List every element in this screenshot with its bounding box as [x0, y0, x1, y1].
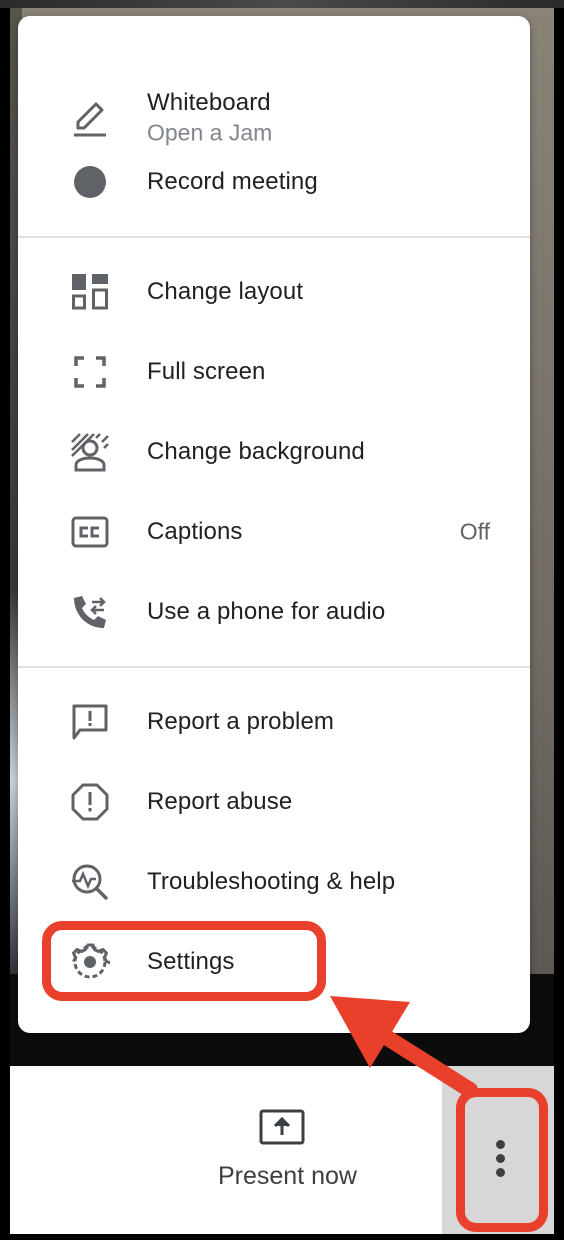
troubleshooting-label: Troubleshooting & help — [147, 868, 396, 895]
phone-forward-icon — [68, 590, 112, 634]
menu-item-phone-audio[interactable]: Use a phone for audio — [18, 572, 530, 652]
whiteboard-label: Whiteboard — [147, 88, 271, 116]
record-dot-icon — [68, 160, 112, 204]
captions-status: Off — [459, 518, 490, 545]
bottom-control-bar — [10, 1066, 442, 1234]
captions-label: Captions — [147, 518, 243, 545]
menu-divider — [18, 666, 530, 668]
more-options-menu: Whiteboard Open a Jam Record meeting Cha… — [18, 16, 530, 1033]
menu-item-change-layout[interactable]: Change layout — [18, 252, 530, 332]
window-top-edge — [0, 0, 564, 8]
layout-icon — [68, 270, 112, 314]
present-screen-icon — [259, 1109, 305, 1145]
feedback-icon — [68, 700, 112, 744]
change-layout-label: Change layout — [147, 278, 304, 305]
menu-divider — [18, 236, 530, 238]
report-abuse-label: Report abuse — [147, 788, 293, 815]
change-background-label: Change background — [147, 438, 365, 465]
more-options-highlight-box — [456, 1088, 548, 1232]
phone-audio-label: Use a phone for audio — [147, 598, 386, 625]
menu-item-full-screen[interactable]: Full screen — [18, 332, 530, 412]
report-octagon-icon — [68, 780, 112, 824]
record-meeting-label: Record meeting — [147, 168, 318, 195]
closed-captions-icon — [68, 510, 112, 554]
troubleshoot-search-icon — [68, 860, 112, 904]
menu-item-record-meeting[interactable]: Record meeting — [18, 142, 530, 222]
menu-item-report-problem[interactable]: Report a problem — [18, 682, 530, 762]
menu-item-report-abuse[interactable]: Report abuse — [18, 762, 530, 842]
menu-item-captions[interactable]: Captions Off — [18, 492, 530, 572]
settings-highlight-box — [42, 921, 326, 1001]
report-problem-label: Report a problem — [147, 708, 335, 735]
menu-item-troubleshooting[interactable]: Troubleshooting & help — [18, 842, 530, 922]
fullscreen-icon — [68, 350, 112, 394]
pencil-icon — [68, 96, 112, 140]
present-now-label: Present now — [218, 1162, 357, 1190]
background-person-icon — [68, 430, 112, 474]
menu-item-change-background[interactable]: Change background — [18, 412, 530, 492]
full-screen-label: Full screen — [147, 358, 266, 385]
